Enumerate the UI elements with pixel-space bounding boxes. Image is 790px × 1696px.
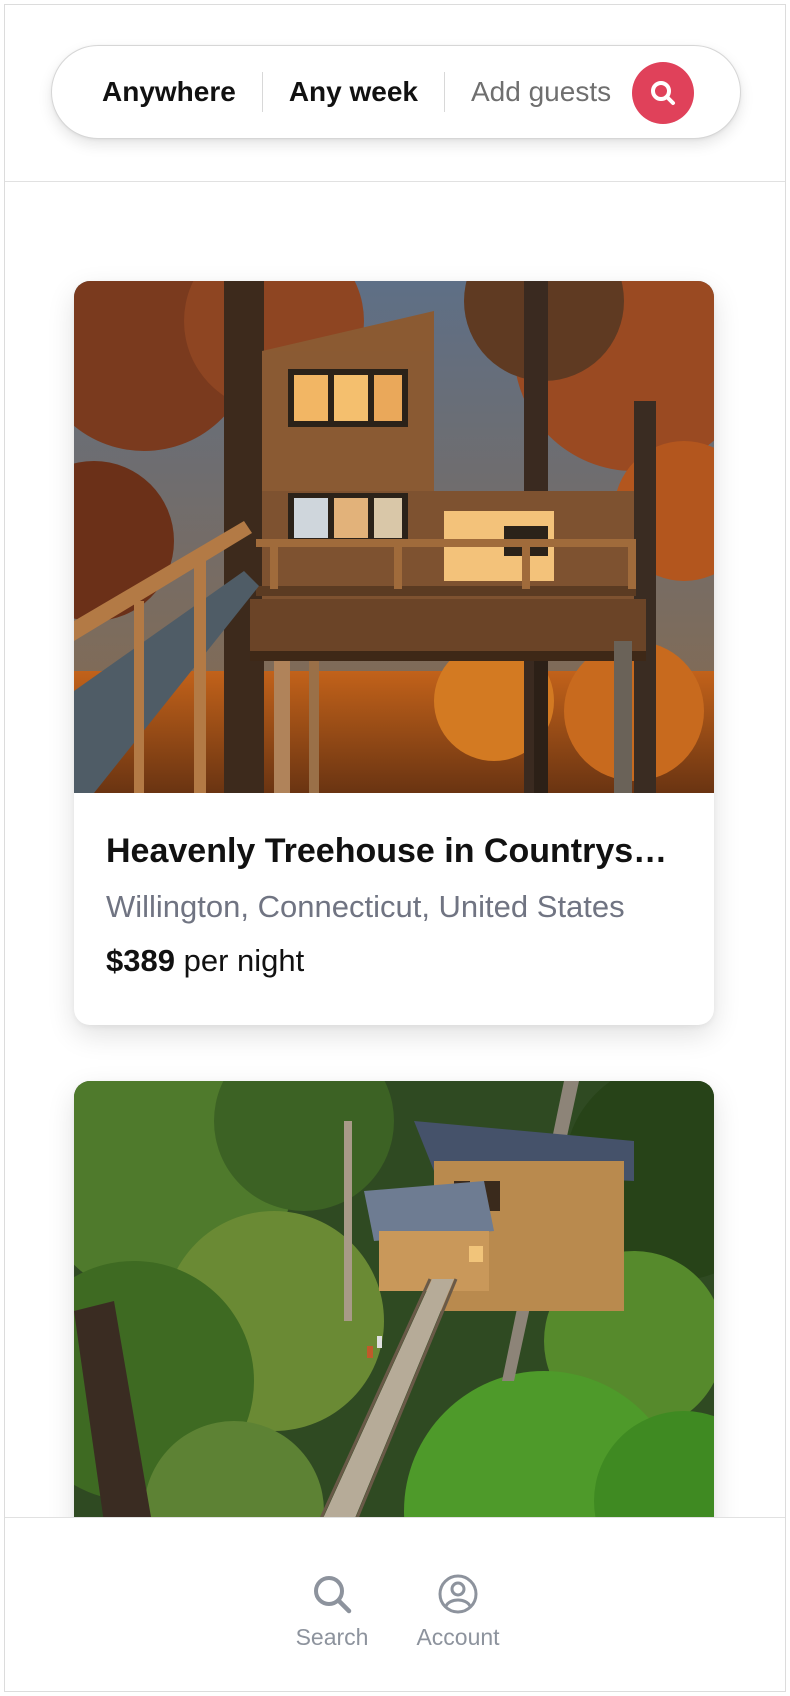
dates-filter[interactable]: Any week <box>263 76 444 108</box>
listing-price-line: $389 per night <box>106 943 682 979</box>
bottom-nav: Search Account <box>5 1517 785 1691</box>
autumn-treehouse-photo <box>74 281 714 793</box>
app-frame: Anywhere Any week Add guests Heavenly Tr… <box>4 4 786 1692</box>
forest-cabin-photo <box>74 1081 714 1517</box>
search-icon <box>314 1576 352 1614</box>
listing-card[interactable]: Heavenly Treehouse in Countrys… Willingt… <box>74 281 714 1025</box>
listing-price: $389 <box>106 943 175 978</box>
search-bar[interactable]: Anywhere Any week Add guests <box>51 45 741 139</box>
account-icon <box>438 1574 478 1614</box>
listings-feed[interactable]: Heavenly Treehouse in Countrys… Willingt… <box>5 183 785 1517</box>
listing-card[interactable] <box>74 1081 714 1517</box>
search-button[interactable] <box>632 62 694 124</box>
header: Anywhere Any week Add guests <box>5 5 785 182</box>
search-icon <box>651 81 675 105</box>
nav-item-account[interactable]: Account <box>403 1572 513 1651</box>
nav-label: Search <box>295 1624 369 1650</box>
listing-location: Willington, Connecticut, United States <box>106 889 625 924</box>
guests-filter[interactable]: Add guests <box>445 76 637 108</box>
listing-price-unit: per night <box>183 943 305 978</box>
location-filter[interactable]: Anywhere <box>52 76 262 108</box>
listing-details: Heavenly Treehouse in Countrys… Willingt… <box>74 793 714 979</box>
listing-title: Heavenly Treehouse in Countrys… <box>106 832 668 870</box>
nav-label: Account <box>416 1624 500 1650</box>
nav-item-search[interactable]: Search <box>277 1572 387 1651</box>
